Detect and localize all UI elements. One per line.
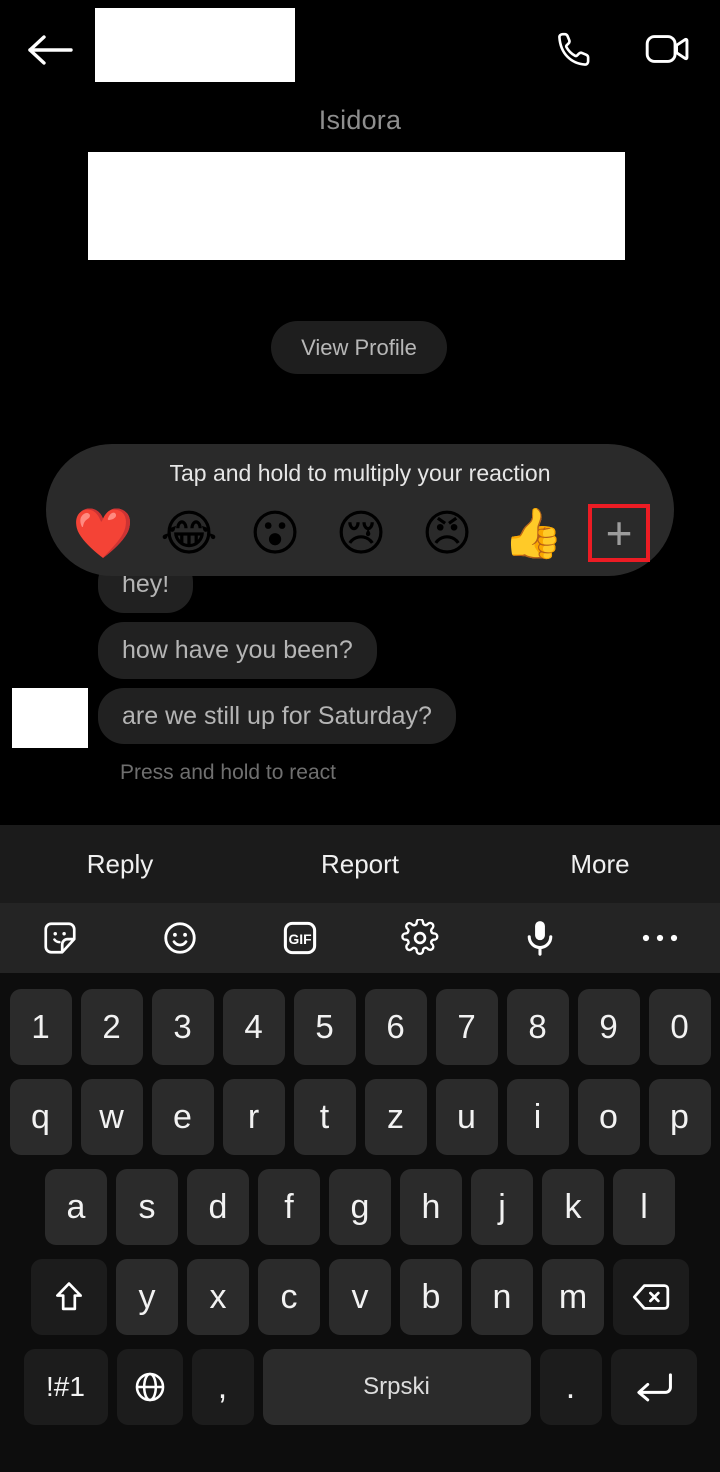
key-k[interactable]: k bbox=[542, 1169, 604, 1245]
back-arrow-icon[interactable] bbox=[22, 24, 78, 76]
phone-call-icon[interactable] bbox=[550, 24, 600, 74]
key-z[interactable]: z bbox=[364, 1079, 427, 1155]
sad-reaction[interactable]: 😢 bbox=[330, 509, 392, 558]
key-p[interactable]: p bbox=[648, 1079, 711, 1155]
angry-reaction[interactable]: 😠 bbox=[416, 509, 478, 558]
svg-text:GIF: GIF bbox=[288, 931, 311, 947]
heart-reaction[interactable]: ❤️ bbox=[72, 509, 134, 558]
key-h[interactable]: h bbox=[400, 1169, 462, 1245]
chat-header bbox=[0, 0, 720, 98]
key-r[interactable]: r bbox=[222, 1079, 285, 1155]
key-w[interactable]: w bbox=[80, 1079, 143, 1155]
key-u[interactable]: u bbox=[435, 1079, 498, 1155]
key-j[interactable]: j bbox=[471, 1169, 533, 1245]
key-8[interactable]: 8 bbox=[506, 989, 569, 1065]
reaction-picker-title: Tap and hold to multiply your reaction bbox=[169, 460, 551, 486]
message-row: are we still up for Saturday? bbox=[0, 687, 720, 745]
contact-name: Isidora bbox=[318, 105, 402, 135]
sticker-icon[interactable] bbox=[0, 903, 120, 973]
key-f[interactable]: f bbox=[258, 1169, 320, 1245]
message-bubble[interactable]: how have you been? bbox=[98, 621, 377, 679]
chat-screen: Isidora View Profile hey! how have you b… bbox=[0, 0, 720, 1472]
key-1[interactable]: 1 bbox=[9, 989, 72, 1065]
reaction-list: ❤️ 😂 😮 😢 😠 👍 + bbox=[72, 504, 650, 562]
gif-icon[interactable]: GIF bbox=[240, 903, 360, 973]
key-l[interactable]: l bbox=[613, 1169, 675, 1245]
comma-key[interactable]: , bbox=[191, 1349, 254, 1425]
globe-icon[interactable] bbox=[116, 1349, 183, 1425]
emoji-icon[interactable] bbox=[120, 903, 240, 973]
key-9[interactable]: 9 bbox=[577, 989, 640, 1065]
key-c[interactable]: c bbox=[258, 1259, 320, 1335]
backspace-key[interactable] bbox=[613, 1259, 689, 1335]
keyboard-toolbar: GIF bbox=[0, 903, 720, 973]
message-action-bar: Reply Report More bbox=[0, 825, 720, 903]
on-screen-keyboard: 1 2 3 4 5 6 7 8 9 0 q w e r t z u i o p … bbox=[0, 973, 720, 1472]
message-bubble[interactable]: are we still up for Saturday? bbox=[98, 687, 456, 745]
plus-icon: + bbox=[605, 507, 633, 559]
key-0[interactable]: 0 bbox=[648, 989, 711, 1065]
reply-button[interactable]: Reply bbox=[0, 849, 240, 880]
key-d[interactable]: d bbox=[187, 1169, 249, 1245]
period-key[interactable]: . bbox=[539, 1349, 602, 1425]
key-y[interactable]: y bbox=[116, 1259, 178, 1335]
key-q[interactable]: q bbox=[9, 1079, 72, 1155]
enter-key[interactable] bbox=[610, 1349, 697, 1425]
key-a[interactable]: a bbox=[45, 1169, 107, 1245]
more-options-icon[interactable] bbox=[600, 903, 720, 973]
key-t[interactable]: t bbox=[293, 1079, 356, 1155]
view-profile-button[interactable]: View Profile bbox=[271, 321, 447, 374]
message-row: how have you been? bbox=[0, 621, 720, 679]
key-5[interactable]: 5 bbox=[293, 989, 356, 1065]
thumbsup-reaction[interactable]: 👍 bbox=[502, 509, 564, 558]
keyboard-row-space: !#1 , Srpski . bbox=[0, 1349, 720, 1425]
reaction-picker: Tap and hold to multiply your reaction ❤… bbox=[46, 444, 674, 576]
space-key[interactable]: Srpski bbox=[262, 1349, 531, 1425]
key-g[interactable]: g bbox=[329, 1169, 391, 1245]
add-reaction-button[interactable]: + bbox=[588, 504, 650, 562]
key-3[interactable]: 3 bbox=[151, 989, 214, 1065]
shift-key[interactable] bbox=[31, 1259, 107, 1335]
key-4[interactable]: 4 bbox=[222, 989, 285, 1065]
key-6[interactable]: 6 bbox=[364, 989, 427, 1065]
key-o[interactable]: o bbox=[577, 1079, 640, 1155]
redacted-contact-title bbox=[95, 8, 295, 82]
key-7[interactable]: 7 bbox=[435, 989, 498, 1065]
key-x[interactable]: x bbox=[187, 1259, 249, 1335]
keyboard-row-top: q w e r t z u i o p bbox=[0, 1079, 720, 1155]
keyboard-row-home: a s d f g h j k l bbox=[0, 1169, 720, 1245]
react-hint-label: Press and hold to react bbox=[120, 761, 336, 784]
view-profile-label: View Profile bbox=[301, 334, 417, 360]
wow-reaction[interactable]: 😮 bbox=[244, 509, 306, 558]
key-s[interactable]: s bbox=[116, 1169, 178, 1245]
more-button[interactable]: More bbox=[480, 849, 720, 880]
key-v[interactable]: v bbox=[329, 1259, 391, 1335]
microphone-icon[interactable] bbox=[480, 903, 600, 973]
symbols-key[interactable]: !#1 bbox=[23, 1349, 108, 1425]
key-m[interactable]: m bbox=[542, 1259, 604, 1335]
keyboard-row-numbers: 1 2 3 4 5 6 7 8 9 0 bbox=[0, 989, 720, 1065]
key-2[interactable]: 2 bbox=[80, 989, 143, 1065]
redacted-profile-banner bbox=[88, 152, 625, 260]
laugh-reaction[interactable]: 😂 bbox=[158, 509, 220, 558]
key-i[interactable]: i bbox=[506, 1079, 569, 1155]
key-n[interactable]: n bbox=[471, 1259, 533, 1335]
keyboard-row-bottom: y x c v b n m bbox=[0, 1259, 720, 1335]
message-list: hey! how have you been? are we still up … bbox=[0, 556, 720, 784]
video-call-icon[interactable] bbox=[642, 24, 692, 74]
report-button[interactable]: Report bbox=[240, 849, 480, 880]
key-b[interactable]: b bbox=[400, 1259, 462, 1335]
key-e[interactable]: e bbox=[151, 1079, 214, 1155]
redacted-avatar bbox=[12, 688, 88, 748]
gear-icon[interactable] bbox=[360, 903, 480, 973]
